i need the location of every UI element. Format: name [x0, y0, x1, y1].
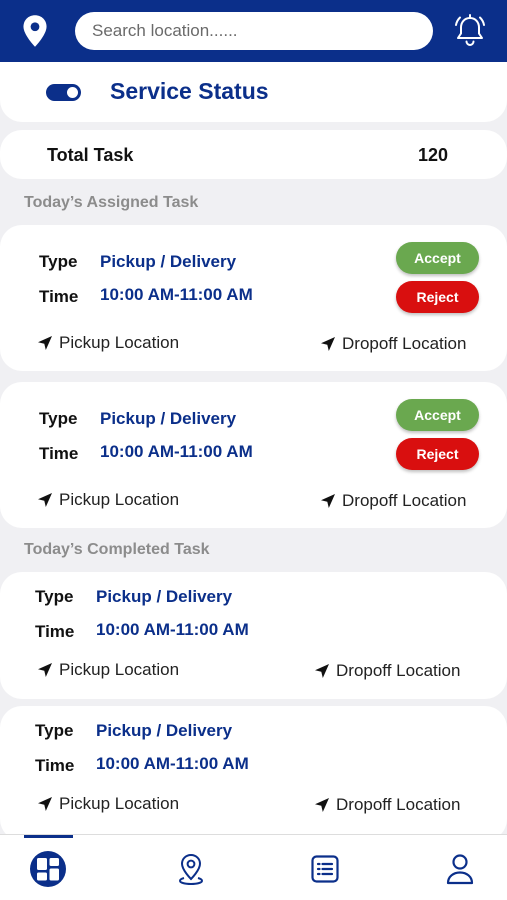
pickup-location-label: Pickup Location — [59, 490, 180, 509]
navigation-arrow-icon — [321, 337, 335, 351]
task-time-label: Time — [35, 622, 75, 641]
active-tab-indicator — [24, 835, 73, 838]
navigation-arrow-icon — [321, 494, 335, 508]
assigned-task-card[interactable]: Type Pickup / Delivery Time 10:00 AM-11:… — [0, 225, 507, 371]
profile-icon — [446, 854, 474, 885]
task-time-label: Time — [35, 756, 75, 775]
dashboard-icon — [30, 851, 66, 887]
assigned-section-title: Today’s Assigned Task — [24, 194, 199, 211]
task-type-label: Type — [39, 252, 78, 271]
dropoff-location-label: Dropoff Location — [336, 661, 461, 680]
navigation-arrow-icon — [38, 663, 52, 677]
nav-tasks[interactable] — [303, 847, 347, 891]
nav-map[interactable] — [169, 847, 213, 891]
task-time-value: 10:00 AM-11:00 AM — [100, 442, 253, 461]
navigation-arrow-icon — [38, 797, 52, 811]
dropoff-location[interactable]: Dropoff Location — [314, 661, 460, 681]
dropoff-location-label: Dropoff Location — [342, 491, 467, 510]
task-type-label: Type — [35, 587, 74, 606]
nav-profile[interactable] — [438, 847, 482, 891]
search-input[interactable] — [75, 12, 433, 50]
dropoff-location[interactable]: Dropoff Location — [314, 795, 460, 815]
location-pin-icon[interactable] — [20, 14, 50, 48]
navigation-arrow-icon — [38, 336, 52, 350]
total-task-label: Total Task — [47, 145, 134, 165]
reject-button[interactable]: Reject — [396, 281, 479, 313]
dropoff-location[interactable]: Dropoff Location — [320, 334, 466, 354]
pickup-location[interactable]: Pickup Location — [37, 333, 179, 353]
nav-dashboard[interactable] — [26, 847, 70, 891]
bottom-nav — [0, 834, 507, 900]
dropoff-location-label: Dropoff Location — [336, 795, 461, 814]
pickup-location[interactable]: Pickup Location — [37, 660, 179, 680]
service-status-title: Service Status — [110, 78, 269, 104]
task-type-value: Pickup / Delivery — [96, 721, 233, 740]
task-time-value: 10:00 AM-11:00 AM — [96, 620, 249, 639]
dropoff-location[interactable]: Dropoff Location — [320, 491, 466, 511]
task-type-label: Type — [39, 409, 78, 428]
task-type-label: Type — [35, 721, 74, 740]
total-task-card: Total Task 120 — [0, 130, 507, 179]
pickup-location[interactable]: Pickup Location — [37, 490, 179, 510]
completed-section-title: Today’s Completed Task — [24, 541, 210, 558]
assigned-task-card[interactable]: Type Pickup / Delivery Time 10:00 AM-11:… — [0, 382, 507, 528]
pickup-location-label: Pickup Location — [59, 794, 180, 813]
app-header — [0, 0, 507, 62]
task-type-value: Pickup / Delivery — [100, 409, 237, 428]
task-time-value: 10:00 AM-11:00 AM — [100, 285, 253, 304]
navigation-arrow-icon — [315, 798, 329, 812]
task-type-value: Pickup / Delivery — [96, 587, 233, 606]
bell-icon[interactable] — [451, 12, 489, 50]
service-status-toggle[interactable] — [46, 84, 81, 101]
navigation-arrow-icon — [315, 664, 329, 678]
reject-button[interactable]: Reject — [396, 438, 479, 470]
pickup-location-label: Pickup Location — [59, 660, 180, 679]
completed-task-card[interactable]: Type Pickup / Delivery Time 10:00 AM-11:… — [0, 706, 507, 841]
task-list-icon — [311, 855, 339, 883]
accept-button[interactable]: Accept — [396, 399, 479, 431]
toggle-knob — [67, 87, 78, 98]
task-time-label: Time — [39, 287, 79, 306]
task-type-value: Pickup / Delivery — [100, 252, 237, 271]
service-status-card: Service Status — [0, 62, 507, 122]
accept-button[interactable]: Accept — [396, 242, 479, 274]
pickup-location-label: Pickup Location — [59, 333, 180, 352]
completed-task-card[interactable]: Type Pickup / Delivery Time 10:00 AM-11:… — [0, 572, 507, 699]
task-time-label: Time — [39, 444, 79, 463]
pickup-location[interactable]: Pickup Location — [37, 794, 179, 814]
task-time-value: 10:00 AM-11:00 AM — [96, 754, 249, 773]
navigation-arrow-icon — [38, 493, 52, 507]
map-pin-icon — [178, 853, 204, 885]
total-task-value: 120 — [418, 145, 449, 165]
dropoff-location-label: Dropoff Location — [342, 334, 467, 353]
